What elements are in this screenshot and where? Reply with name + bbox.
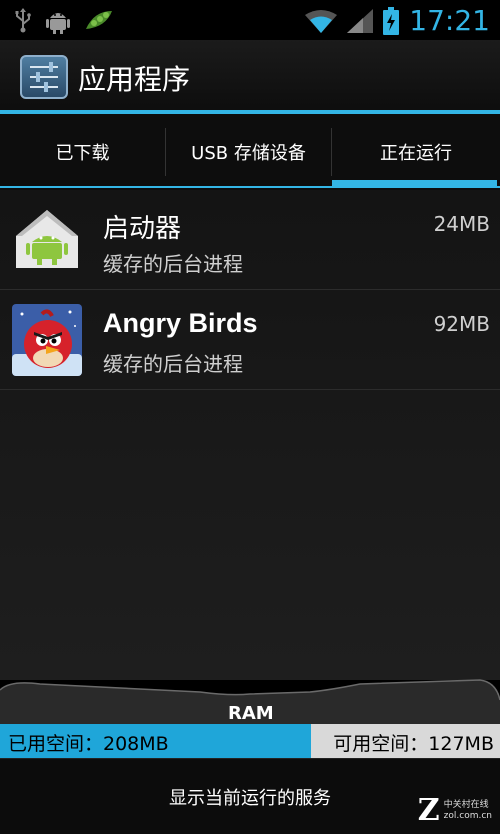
action-bar: 应用程序 bbox=[0, 40, 500, 112]
clock-time: 17:21 bbox=[409, 4, 490, 37]
app-status: 缓存的后台进程 bbox=[103, 352, 243, 376]
pea-app-icon bbox=[84, 7, 114, 33]
running-apps-list: 启动器 缓存的后台进程 24MB Angry Birds 缓存的后台进程 92M… bbox=[0, 190, 500, 680]
watermark-line1: 中关村在线 bbox=[443, 799, 489, 810]
app-name: Angry Birds bbox=[103, 308, 258, 338]
signal-icon bbox=[347, 8, 374, 33]
tab-usb-storage[interactable]: USB 存储设备 bbox=[166, 114, 331, 190]
tab-label: 已下载 bbox=[55, 143, 110, 164]
ram-free-text: 可用空间：127MB bbox=[333, 733, 494, 755]
list-item[interactable]: 启动器 缓存的后台进程 24MB bbox=[0, 190, 500, 290]
bottom-bar: 显示当前运行的服务 Z 中关村在线 zol.com.cn bbox=[0, 758, 500, 834]
watermark-line2: zol.com.cn bbox=[443, 810, 492, 821]
ram-label: RAM bbox=[228, 703, 274, 724]
android-debug-icon bbox=[46, 6, 70, 34]
usb-icon bbox=[14, 7, 32, 33]
app-memory-size: 24MB bbox=[433, 212, 490, 236]
status-bar: 17:21 bbox=[0, 0, 500, 40]
wifi-icon bbox=[305, 9, 338, 33]
ram-usage-bar: 已用空间：208MB 可用空间：127MB bbox=[0, 724, 500, 758]
selected-tab-indicator bbox=[332, 180, 497, 188]
app-memory-size: 92MB bbox=[433, 312, 490, 336]
zol-watermark: Z 中关村在线 zol.com.cn bbox=[418, 793, 492, 828]
tab-downloaded[interactable]: 已下载 bbox=[0, 114, 165, 190]
zol-logo-icon: Z bbox=[417, 793, 440, 828]
app-name: 启动器 bbox=[103, 214, 182, 244]
settings-app-icon[interactable] bbox=[20, 55, 68, 99]
tab-running[interactable]: 正在运行 bbox=[332, 114, 500, 190]
tab-label: USB 存储设备 bbox=[191, 143, 306, 164]
tab-bar: 已下载 USB 存储设备 正在运行 bbox=[0, 114, 500, 190]
page-title: 应用程序 bbox=[78, 63, 191, 96]
button-label: 显示当前运行的服务 bbox=[169, 787, 331, 809]
list-item[interactable]: Angry Birds 缓存的后台进程 92MB bbox=[0, 290, 500, 390]
list-divider bbox=[0, 389, 500, 390]
ram-used-text: 已用空间：208MB bbox=[8, 733, 169, 755]
tab-label: 正在运行 bbox=[380, 143, 452, 164]
angry-birds-icon bbox=[12, 304, 82, 376]
app-status: 缓存的后台进程 bbox=[103, 252, 243, 276]
battery-charging-icon bbox=[383, 6, 400, 35]
launcher-icon bbox=[12, 204, 82, 276]
